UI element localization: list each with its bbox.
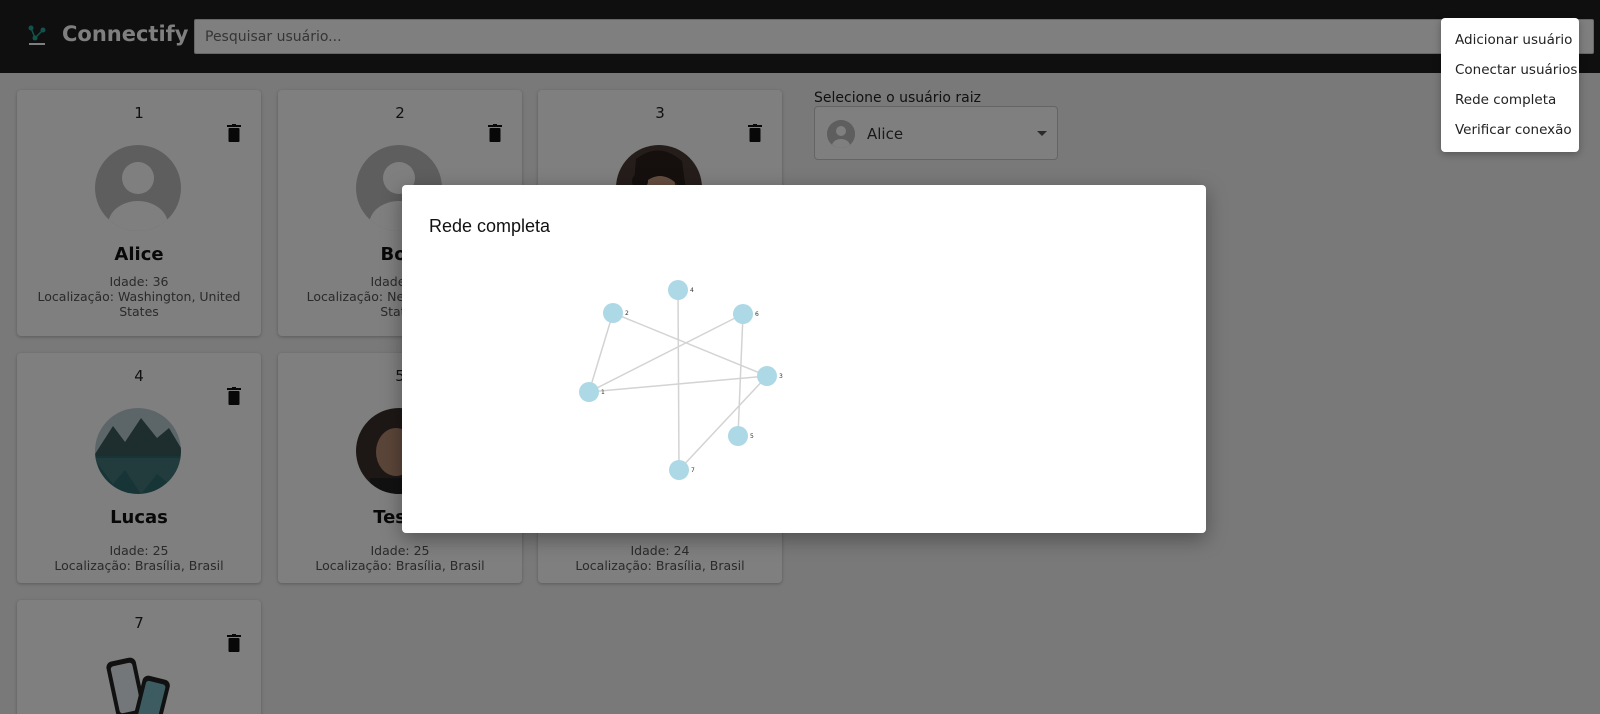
- graph-node-label-2: 2: [625, 310, 629, 317]
- graph-node-6[interactable]: [733, 304, 753, 324]
- graph-node-label-4: 4: [690, 287, 694, 294]
- graph-node-label-7: 7: [691, 467, 695, 474]
- graph-node-label-6: 6: [755, 311, 759, 318]
- graph-node-5[interactable]: [728, 426, 748, 446]
- network-graph: 1 2 3 4 5 6 7: [579, 280, 783, 480]
- graph-edge-6-5: [737, 313, 744, 437]
- graph-node-3[interactable]: [757, 366, 777, 386]
- graph-node-2[interactable]: [603, 303, 623, 323]
- network-modal: Rede completa 1234567: [402, 185, 1206, 533]
- graph-edge-4-7: [677, 289, 680, 471]
- graph-node-label-1: 1: [601, 389, 605, 396]
- menu-item-check-connection[interactable]: Verificar conexão: [1455, 122, 1572, 138]
- graph-edge-3-7: [678, 375, 768, 471]
- graph-node-label-5: 5: [750, 433, 754, 440]
- graph-node-1[interactable]: [579, 382, 599, 402]
- graph-node-7[interactable]: [669, 460, 689, 480]
- graph-edge-1-2: [588, 312, 614, 393]
- menu-item-full-network[interactable]: Rede completa: [1455, 92, 1556, 108]
- graph-node-label-3: 3: [779, 373, 783, 380]
- actions-menu: Adicionar usuário Conectar usuários Rede…: [1441, 18, 1579, 152]
- graph-node-4[interactable]: [668, 280, 688, 300]
- menu-item-connect-users[interactable]: Conectar usuários: [1455, 62, 1577, 78]
- menu-item-add-user[interactable]: Adicionar usuário: [1455, 32, 1572, 48]
